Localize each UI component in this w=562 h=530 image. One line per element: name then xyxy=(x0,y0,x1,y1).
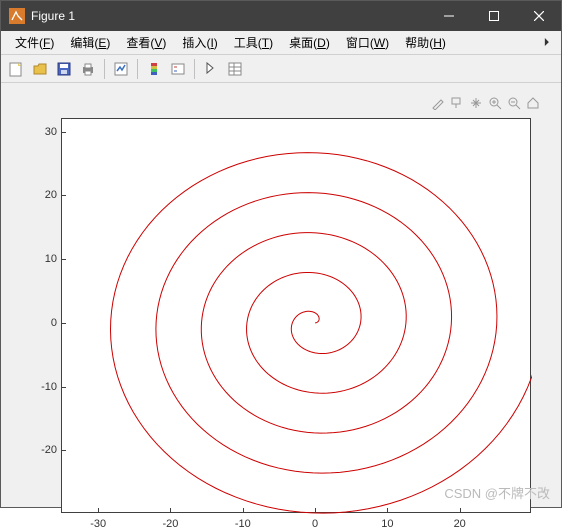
x-tick-label: -20 xyxy=(155,518,185,530)
print-button[interactable] xyxy=(77,58,99,80)
titlebar: Figure 1 xyxy=(1,1,561,31)
maximize-button[interactable] xyxy=(471,1,516,31)
legend-button[interactable] xyxy=(167,58,189,80)
menubar: 文件(F) 编辑(E) 查看(V) 插入(I) 工具(T) 桌面(D) 窗口(W… xyxy=(1,31,561,55)
matlab-logo-icon xyxy=(9,8,25,24)
toolbar-divider xyxy=(194,59,195,79)
y-tick-label: 10 xyxy=(22,253,57,265)
y-tick-label: -10 xyxy=(22,381,57,393)
axes-box[interactable]: -30-20-1001020 -20-100102030 xyxy=(61,118,531,513)
property-inspector-button[interactable] xyxy=(224,58,246,80)
menu-edit[interactable]: 编辑(E) xyxy=(62,32,118,53)
colorbar-button[interactable] xyxy=(143,58,165,80)
plot-area: -30-20-1001020 -20-100102030 xyxy=(1,83,561,507)
datatip-icon[interactable] xyxy=(449,95,465,111)
y-tick-label: 20 xyxy=(22,189,57,201)
y-tick-label: -20 xyxy=(22,444,57,456)
y-tick-label: 0 xyxy=(22,317,57,329)
open-button[interactable] xyxy=(29,58,51,80)
new-figure-button[interactable] xyxy=(5,58,27,80)
zoom-in-icon[interactable] xyxy=(487,95,503,111)
save-button[interactable] xyxy=(53,58,75,80)
toolbar-divider xyxy=(137,59,138,79)
edit-plot-button[interactable] xyxy=(200,58,222,80)
figure-window: Figure 1 文件(F) 编辑(E) 查看(V) 插入(I) 工具(T) 桌… xyxy=(0,0,562,508)
x-tick-label: 0 xyxy=(300,518,330,530)
chart: -30-20-1001020 -20-100102030 xyxy=(61,118,531,513)
x-tick-label: -30 xyxy=(83,518,113,530)
menu-tools[interactable]: 工具(T) xyxy=(226,32,281,53)
minimize-button[interactable] xyxy=(426,1,471,31)
x-tick-label: -10 xyxy=(228,518,258,530)
zoom-out-icon[interactable] xyxy=(506,95,522,111)
brush-icon[interactable] xyxy=(430,95,446,111)
home-icon[interactable] xyxy=(525,95,541,111)
close-button[interactable] xyxy=(516,1,561,31)
axes-toolbar xyxy=(430,95,541,111)
menu-desktop[interactable]: 桌面(D) xyxy=(281,32,338,53)
pan-icon[interactable] xyxy=(468,95,484,111)
window-title: Figure 1 xyxy=(31,9,426,23)
x-tick-label: 20 xyxy=(445,518,475,530)
x-tick-label: 10 xyxy=(372,518,402,530)
toolbar xyxy=(1,55,561,83)
menu-more-icon[interactable]: 🞂 xyxy=(538,35,555,50)
menu-view[interactable]: 查看(V) xyxy=(118,32,174,53)
spiral-line xyxy=(62,119,532,514)
menu-file[interactable]: 文件(F) xyxy=(7,32,62,53)
y-tick-label: 30 xyxy=(22,126,57,138)
menu-window[interactable]: 窗口(W) xyxy=(338,32,397,53)
toolbar-divider xyxy=(104,59,105,79)
menu-help[interactable]: 帮助(H) xyxy=(397,32,454,53)
link-data-button[interactable] xyxy=(110,58,132,80)
menu-insert[interactable]: 插入(I) xyxy=(174,32,225,53)
